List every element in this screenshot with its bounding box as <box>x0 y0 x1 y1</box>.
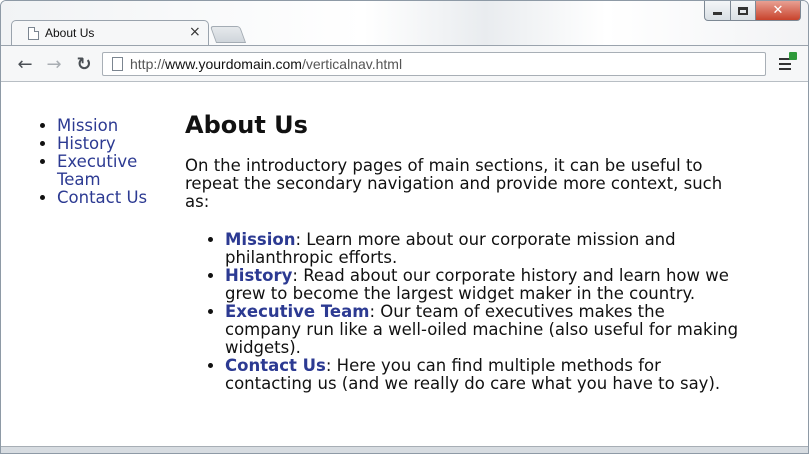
minimize-icon <box>713 12 722 15</box>
sidenav-link-contact-us[interactable]: Contact Us <box>57 188 147 207</box>
page-icon <box>28 27 39 40</box>
page-heading: About Us <box>185 111 308 139</box>
sidenav-link-executive-team[interactable]: Executive Team <box>57 152 137 189</box>
sidenav-item-mission: Mission <box>57 117 161 135</box>
list-item-contact-us: Contact Us: Here you can find multiple m… <box>225 357 745 393</box>
link-history[interactable]: History <box>225 266 292 285</box>
maximize-button[interactable] <box>730 1 756 21</box>
menu-button[interactable] <box>779 52 797 73</box>
update-badge-icon <box>789 52 797 60</box>
url-scheme: http:// <box>130 56 166 72</box>
description-history: : Read about our corporate history and l… <box>225 266 729 303</box>
browser-toolbar: ← → ↻ http://www.yourdomain.com/vertical… <box>1 45 808 82</box>
back-arrow-icon: ← <box>17 53 33 75</box>
menu-icon-line <box>779 63 791 65</box>
address-bar[interactable]: http://www.yourdomain.com/verticalnav.ht… <box>102 52 766 76</box>
browser-window: About Us × ✕ ← → ↻ http://www.yourdomain… <box>0 0 809 454</box>
intro-paragraph: On the introductory pages of main sectio… <box>185 156 723 211</box>
list-item-mission: Mission: Learn more about our corporate … <box>225 231 745 267</box>
section-list: Mission: Learn more about our corporate … <box>185 231 745 393</box>
forward-button[interactable]: → <box>43 53 65 75</box>
tab-title: About Us <box>45 26 95 40</box>
reload-icon: ↻ <box>76 53 92 75</box>
link-mission[interactable]: Mission <box>225 230 295 249</box>
back-button[interactable]: ← <box>14 53 36 75</box>
url-host: www.yourdomain.com <box>165 56 302 72</box>
link-contact-us[interactable]: Contact Us <box>225 356 326 375</box>
sidenav-item-contact-us: Contact Us <box>57 189 161 207</box>
title-bar: About Us × ✕ <box>1 1 808 46</box>
reload-button[interactable]: ↻ <box>73 53 95 75</box>
url-text[interactable]: http://www.yourdomain.com/verticalnav.ht… <box>130 56 402 72</box>
sidenav-link-history[interactable]: History <box>57 134 116 153</box>
close-icon: ✕ <box>772 3 784 18</box>
sidenav-link-mission[interactable]: Mission <box>57 116 118 135</box>
new-tab-button[interactable] <box>209 26 247 43</box>
minimize-button[interactable] <box>704 1 731 21</box>
list-item-executive-team: Executive Team: Our team of executives m… <box>225 303 745 357</box>
page-icon <box>112 57 123 71</box>
page-viewport: Mission History Executive Team Contact U… <box>1 83 808 448</box>
sidenav-item-history: History <box>57 135 161 153</box>
sidenav-item-executive-team: Executive Team <box>57 153 161 189</box>
link-executive-team[interactable]: Executive Team <box>225 302 369 321</box>
menu-icon-line <box>779 68 791 70</box>
main-content: About Us On the introductory pages of ma… <box>185 111 745 393</box>
maximize-icon <box>738 6 748 15</box>
list-item-history: History: Read about our corporate histor… <box>225 267 745 303</box>
url-path: /verticalnav.html <box>301 56 403 72</box>
window-bottom-border <box>1 446 808 453</box>
side-navigation: Mission History Executive Team Contact U… <box>21 117 161 207</box>
close-window-button[interactable]: ✕ <box>755 1 801 21</box>
forward-arrow-icon: → <box>46 53 62 75</box>
tab-close-button[interactable]: × <box>189 24 201 40</box>
tab-about-us[interactable]: About Us × <box>11 20 209 46</box>
